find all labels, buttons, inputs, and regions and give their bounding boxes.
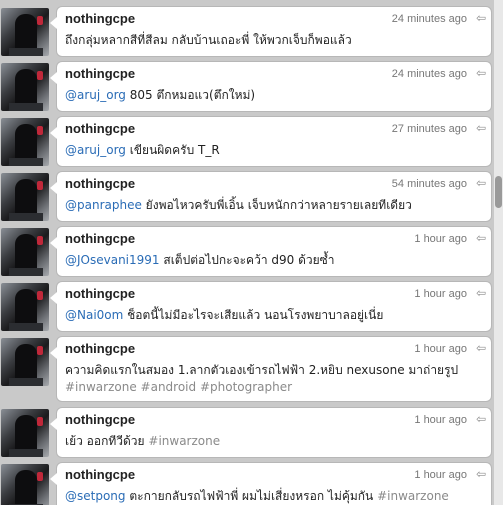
mention-link[interactable]: @aruj_org: [65, 143, 126, 157]
username[interactable]: nothingcpe: [65, 341, 135, 356]
tweet-item[interactable]: nothingcpe 24 minutes ago ⇦ @aruj_org 80…: [0, 57, 503, 113]
reply-arrow-icon[interactable]: ⇦: [476, 66, 486, 80]
reply-arrow-icon[interactable]: ⇦: [476, 231, 486, 245]
username[interactable]: nothingcpe: [65, 11, 135, 26]
tweet-item[interactable]: nothingcpe 1 hour ago ⇦ @Nai0om ช็อตนี้ไ…: [0, 277, 503, 333]
mention-link[interactable]: @panraphee: [65, 198, 142, 212]
mention-link[interactable]: @setpong: [65, 489, 126, 503]
tweet-item[interactable]: nothingcpe 1 hour ago ⇦ เย้ว ออกทีวีด้วย…: [0, 403, 503, 459]
avatar[interactable]: [1, 173, 49, 221]
avatar[interactable]: [1, 409, 49, 457]
avatar[interactable]: [1, 464, 49, 505]
avatar[interactable]: [1, 228, 49, 276]
mention-link[interactable]: @aruj_org: [65, 88, 126, 102]
tweet-bubble: nothingcpe 1 hour ago ⇦ @Nai0om ช็อตนี้ไ…: [50, 282, 491, 331]
timestamp[interactable]: 54 minutes ago: [392, 178, 467, 190]
username[interactable]: nothingcpe: [65, 121, 135, 136]
avatar[interactable]: [1, 338, 49, 386]
username[interactable]: nothingcpe: [65, 231, 135, 246]
tweet-bubble: nothingcpe 27 minutes ago ⇦ @aruj_org เข…: [50, 117, 491, 166]
tweet-item[interactable]: nothingcpe 1 hour ago ⇦ @JOsevani1991 สเ…: [0, 222, 503, 278]
tweet-item[interactable]: nothingcpe 54 minutes ago ⇦ @panraphee ย…: [0, 167, 503, 223]
tweet-body: เขียนผิดครับ T_R: [125, 143, 220, 157]
avatar[interactable]: [1, 8, 49, 56]
hashtag-links[interactable]: #inwarzone #android #photographer: [65, 380, 292, 394]
reply-arrow-icon[interactable]: ⇦: [476, 412, 486, 426]
tweet-bubble: nothingcpe 1 hour ago ⇦ ความคิดแรกในสมอง…: [50, 337, 491, 401]
tweet-body: 805 ตึกหมอแว(ตึกใหม่): [125, 88, 256, 102]
timestamp[interactable]: 1 hour ago: [414, 233, 467, 245]
tweet-bubble: nothingcpe 1 hour ago ⇦ เย้ว ออกทีวีด้วย…: [50, 408, 491, 457]
mention-link[interactable]: @Nai0om: [65, 308, 123, 322]
timestamp[interactable]: 24 minutes ago: [392, 68, 467, 80]
tweet-text: @JOsevani1991 สเต็ปต่อไปกะจะคว้า d90 ด้ว…: [65, 252, 485, 269]
tweet-item[interactable]: nothingcpe 27 minutes ago ⇦ @aruj_org เข…: [0, 112, 503, 168]
reply-arrow-icon[interactable]: ⇦: [476, 11, 486, 25]
reply-arrow-icon[interactable]: ⇦: [476, 286, 486, 300]
tweet-timeline: nothingcpe 24 minutes ago ⇦ ถึงกลุ่มหลาก…: [0, 0, 503, 505]
avatar[interactable]: [1, 63, 49, 111]
tweet-bubble: nothingcpe 24 minutes ago ⇦ ถึงกลุ่มหลาก…: [50, 7, 491, 56]
reply-arrow-icon[interactable]: ⇦: [476, 176, 486, 190]
reply-arrow-icon[interactable]: ⇦: [476, 121, 486, 135]
tweet-item[interactable]: nothingcpe 1 hour ago ⇦ @setpong ตะกายกล…: [0, 458, 503, 505]
mention-link[interactable]: @JOsevani1991: [65, 253, 160, 267]
timestamp[interactable]: 24 minutes ago: [392, 13, 467, 25]
timestamp[interactable]: 1 hour ago: [414, 414, 467, 426]
timestamp[interactable]: 27 minutes ago: [392, 123, 467, 135]
tweet-item[interactable]: nothingcpe 24 minutes ago ⇦ ถึงกลุ่มหลาก…: [0, 2, 503, 58]
hashtag-link[interactable]: #inwarzone: [377, 489, 449, 503]
tweet-body: ตะกายกลับรถไฟฟ้าพี่ ผมไม่เสี่ยงหรอก ไม่ค…: [125, 489, 378, 503]
tweet-body: ความคิดแรกในสมอง 1.ลากตัวเองเข้ารถไฟฟ้า …: [65, 363, 459, 377]
tweet-text: @panraphee ยังพอไหวครับพี่เอิ้น เจ็บหนัก…: [65, 197, 485, 214]
tweet-bubble: nothingcpe 24 minutes ago ⇦ @aruj_org 80…: [50, 62, 491, 111]
username[interactable]: nothingcpe: [65, 467, 135, 482]
username[interactable]: nothingcpe: [65, 66, 135, 81]
tweet-body: เย้ว ออกทีวีด้วย: [65, 434, 149, 448]
timestamp[interactable]: 1 hour ago: [414, 288, 467, 300]
tweet-bubble: nothingcpe 1 hour ago ⇦ @setpong ตะกายกล…: [50, 463, 491, 505]
tweet-text: ความคิดแรกในสมอง 1.ลากตัวเองเข้ารถไฟฟ้า …: [65, 362, 485, 396]
tweet-body: สเต็ปต่อไปกะจะคว้า d90 ด้วยซ้ำ: [159, 253, 335, 267]
username[interactable]: nothingcpe: [65, 286, 135, 301]
tweet-body: ถึงกลุ่มหลากสีที่สีลม กลับบ้านเถอะพี่ ให…: [65, 33, 352, 47]
tweet-text: @Nai0om ช็อตนี้ไม่มีอะไรจะเสียแล้ว นอนโร…: [65, 307, 485, 324]
tweet-item[interactable]: nothingcpe 1 hour ago ⇦ ความคิดแรกในสมอง…: [0, 332, 503, 403]
reply-arrow-icon[interactable]: ⇦: [476, 341, 486, 355]
tweet-text: @aruj_org เขียนผิดครับ T_R: [65, 142, 485, 159]
avatar[interactable]: [1, 283, 49, 331]
tweet-text: @aruj_org 805 ตึกหมอแว(ตึกใหม่): [65, 87, 485, 104]
tweet-body: ช็อตนี้ไม่มีอะไรจะเสียแล้ว นอนโรงพยาบาลอ…: [123, 308, 384, 322]
username[interactable]: nothingcpe: [65, 412, 135, 427]
reply-arrow-icon[interactable]: ⇦: [476, 467, 486, 481]
tweet-body: ยังพอไหวครับพี่เอิ้น เจ็บหนักกว่าหลายราย…: [141, 198, 412, 212]
tweet-text: เย้ว ออกทีวีด้วย #inwarzone: [65, 433, 485, 450]
tweet-bubble: nothingcpe 54 minutes ago ⇦ @panraphee ย…: [50, 172, 491, 221]
timestamp[interactable]: 1 hour ago: [414, 343, 467, 355]
username[interactable]: nothingcpe: [65, 176, 135, 191]
tweet-bubble: nothingcpe 1 hour ago ⇦ @JOsevani1991 สเ…: [50, 227, 491, 276]
scrollbar[interactable]: [494, 0, 503, 505]
hashtag-link[interactable]: #inwarzone: [148, 434, 220, 448]
tweet-text: @setpong ตะกายกลับรถไฟฟ้าพี่ ผมไม่เสี่ยง…: [65, 488, 485, 505]
timestamp[interactable]: 1 hour ago: [414, 469, 467, 481]
tweet-text: ถึงกลุ่มหลากสีที่สีลม กลับบ้านเถอะพี่ ให…: [65, 32, 485, 49]
scrollbar-thumb[interactable]: [495, 176, 502, 208]
avatar[interactable]: [1, 118, 49, 166]
